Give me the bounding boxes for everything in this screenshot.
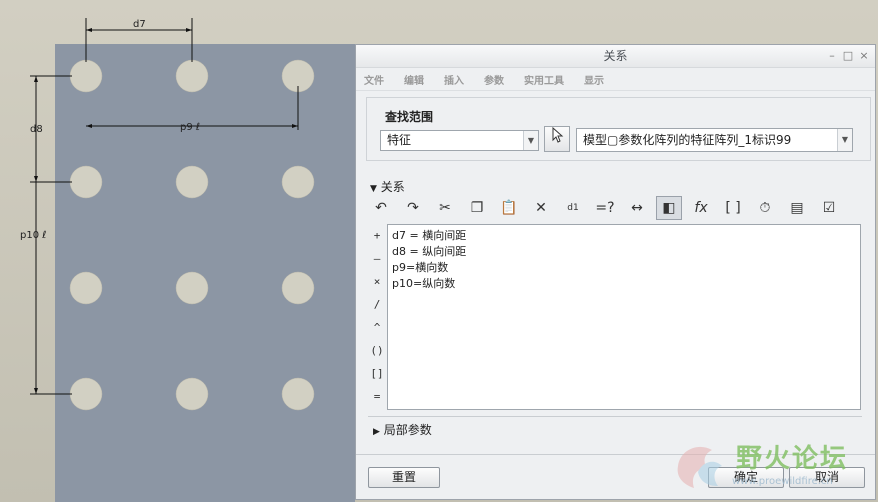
operator-brackets[interactable]: []	[368, 362, 386, 385]
hole	[281, 165, 315, 199]
show-dimensions-icon[interactable]: ◧	[656, 196, 682, 220]
watermark-url: www.proewildfire.cn	[732, 476, 833, 487]
cut-icon[interactable]: ✂	[432, 196, 458, 220]
operator-multiply[interactable]: ×	[368, 270, 386, 293]
dim-d8: d8	[30, 124, 43, 135]
relation-line: p9=横向数	[392, 261, 449, 274]
sort-relations-icon[interactable]: ⏱	[752, 196, 778, 220]
local-params-header[interactable]: ▶ 局部参数	[373, 421, 432, 438]
hole-grid	[69, 59, 315, 411]
expand-right-icon: ▶	[373, 427, 380, 437]
menu-utilities[interactable]: 实用工具	[524, 72, 564, 87]
operator-divide[interactable]: /	[368, 293, 386, 316]
operator-power[interactable]: ^	[368, 316, 386, 339]
local-params-label: 局部参数	[383, 423, 432, 437]
hole	[69, 59, 103, 93]
relation-line: d8 = 纵向间距	[392, 245, 467, 258]
function-icon[interactable]: fx	[688, 196, 714, 220]
hole	[281, 271, 315, 305]
menu-bar: 文件 编辑 插入 参数 实用工具 显示	[356, 68, 875, 91]
dialog-title: 关系	[603, 49, 628, 63]
expand-down-icon: ▼	[370, 184, 377, 194]
hole	[175, 59, 209, 93]
operator-column: + – × / ^ () [] =	[368, 224, 386, 408]
brackets-icon[interactable]: [ ]	[720, 196, 746, 220]
dim-p9: p9 ℓ	[180, 122, 200, 133]
dim-p10: p10 ℓ	[20, 230, 46, 241]
hole	[175, 377, 209, 411]
relations-toolbar: ↶ ↷ ✂ ❐ 📋 ✕ d1 =? ↔ ◧ fx [ ] ⏱ ▤ ☑	[368, 196, 848, 222]
hole	[69, 271, 103, 305]
relations-section-header[interactable]: ▼ 关系	[370, 178, 405, 195]
undo-icon[interactable]: ↶	[368, 196, 394, 220]
relation-line: d7 = 横向间距	[392, 229, 467, 242]
relations-header-label: 关系	[380, 180, 405, 194]
measure-icon[interactable]: ↔	[624, 196, 650, 220]
hole	[281, 377, 315, 411]
operator-equals[interactable]: =	[368, 385, 386, 408]
relation-line: p10=纵向数	[392, 277, 456, 290]
scope-label: 查找范围	[385, 110, 434, 124]
check-icon[interactable]: ☑	[816, 196, 842, 220]
dialog-titlebar: 关系 – □ ×	[356, 45, 875, 68]
redo-icon[interactable]: ↷	[400, 196, 426, 220]
chevron-down-icon: ▼	[523, 131, 538, 150]
evaluate-icon[interactable]: =?	[592, 196, 618, 220]
paste-icon[interactable]: 📋	[496, 196, 522, 220]
operator-plus[interactable]: +	[368, 224, 386, 247]
cursor-icon	[552, 126, 564, 143]
verify-icon[interactable]: ▤	[784, 196, 810, 220]
divider	[368, 416, 862, 417]
hole	[69, 377, 103, 411]
watermark-title: 野火论坛	[736, 444, 849, 474]
chevron-down-icon: ▼	[837, 129, 852, 151]
menu-file[interactable]: 文件	[364, 72, 384, 87]
scope-target-value: 模型▢参数化阵列的特征阵列_1标识99	[583, 133, 792, 147]
switch-dimensions-icon[interactable]: d1	[560, 196, 586, 220]
maximize-button[interactable]: □	[841, 45, 855, 67]
copy-icon[interactable]: ❐	[464, 196, 490, 220]
delete-icon[interactable]: ✕	[528, 196, 554, 220]
scope-type-select[interactable]: 特征 ▼	[380, 130, 539, 151]
scope-type-value: 特征	[387, 133, 412, 147]
dim-d7: d7	[133, 19, 146, 30]
select-arrow-button[interactable]	[544, 126, 570, 152]
menu-params[interactable]: 参数	[484, 72, 504, 87]
reset-button[interactable]: 重置	[368, 467, 440, 488]
forum-watermark: 野火论坛 www.proewildfire.cn	[668, 436, 868, 496]
menu-insert[interactable]: 插入	[444, 72, 464, 87]
menu-show[interactable]: 显示	[584, 72, 604, 87]
hole	[175, 165, 209, 199]
relations-editor[interactable]: d7 = 横向间距 d8 = 纵向间距 p9=横向数 p10=纵向数	[387, 224, 861, 410]
operator-parens[interactable]: ()	[368, 339, 386, 362]
operator-minus[interactable]: –	[368, 247, 386, 270]
close-button[interactable]: ×	[857, 45, 871, 67]
minimize-button[interactable]: –	[825, 45, 839, 67]
hole	[175, 271, 209, 305]
menu-edit[interactable]: 编辑	[404, 72, 424, 87]
hole	[69, 165, 103, 199]
scope-target-select[interactable]: 模型▢参数化阵列的特征阵列_1标识99 ▼	[576, 128, 853, 152]
